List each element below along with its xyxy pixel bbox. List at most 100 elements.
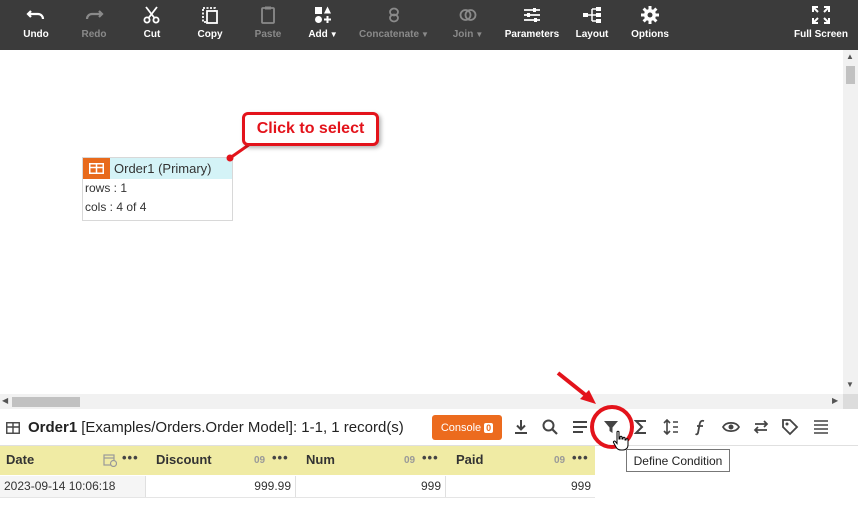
- eye-icon[interactable]: [722, 418, 740, 436]
- function-icon[interactable]: [692, 418, 710, 436]
- gear-icon: [641, 6, 659, 24]
- console-label: Console: [440, 421, 482, 434]
- undo-icon: [26, 10, 45, 20]
- annotation-callout-text: Click to select: [256, 120, 365, 137]
- column-header-label: Discount: [156, 452, 212, 467]
- concatenate-button[interactable]: Concatenate ▼: [356, 0, 432, 50]
- chevron-down-icon: ▼: [475, 30, 484, 39]
- column-type-label: 09: [254, 455, 266, 466]
- undo-button[interactable]: Undo: [20, 0, 52, 50]
- table-icon: [6, 421, 20, 434]
- copy-label: Copy: [197, 29, 223, 40]
- column-menu-icon[interactable]: •••: [572, 450, 589, 465]
- scroll-corner: [843, 394, 858, 409]
- table-node-header[interactable]: Order1 (Primary): [83, 158, 232, 179]
- rows-icon[interactable]: [812, 418, 830, 436]
- parameters-label: Parameters: [504, 29, 560, 40]
- join-icon: [459, 9, 477, 21]
- join-label-wrap: Join ▼: [453, 29, 483, 40]
- scroll-right-arrow[interactable]: ▶: [832, 396, 838, 405]
- layout-button[interactable]: Layout: [575, 0, 609, 50]
- add-label-wrap: Add ▼: [308, 29, 337, 40]
- concatenate-label: Concatenate: [359, 29, 420, 40]
- vertical-scrollbar[interactable]: ▲ ▼: [843, 50, 858, 394]
- cell-date[interactable]: 2023-09-14 10:06:18: [0, 476, 145, 497]
- table-icon: [83, 158, 110, 179]
- cut-button[interactable]: Cut: [136, 0, 168, 50]
- add-label: Add: [308, 29, 328, 40]
- redo-label: Redo: [81, 29, 107, 40]
- model-canvas[interactable]: [0, 50, 843, 394]
- concatenate-label-wrap: Concatenate ▼: [359, 29, 429, 40]
- column-header-label: Num: [306, 452, 335, 467]
- horizontal-scrollbar[interactable]: ◀ ▶: [0, 394, 843, 409]
- list-icon[interactable]: [571, 418, 589, 436]
- table-row[interactable]: 2023-09-14 10:06:18 999.99 999 999: [0, 476, 595, 498]
- tooltip-text: Define Condition: [633, 453, 723, 468]
- sigma-icon[interactable]: [632, 418, 650, 436]
- console-button[interactable]: Console 0: [432, 415, 502, 440]
- clipboard-icon: [261, 6, 275, 24]
- column-menu-icon[interactable]: •••: [422, 450, 439, 465]
- table-node-order1[interactable]: Order1 (Primary) rows : 1 cols : 4 of 4: [82, 157, 233, 221]
- parameters-button[interactable]: Parameters: [503, 0, 561, 50]
- console-count-badge: 0: [484, 422, 494, 433]
- add-button[interactable]: Add ▼: [303, 0, 343, 50]
- paste-button[interactable]: Paste: [252, 0, 284, 50]
- layout-label: Layout: [575, 29, 609, 40]
- main-toolbar: Undo Redo Cut Copy Paste Add ▼ Concatenat…: [0, 0, 858, 50]
- table-node-cols: cols : 4 of 4: [85, 200, 147, 214]
- paste-label: Paste: [254, 29, 282, 40]
- vertical-scroll-thumb[interactable]: [846, 66, 855, 84]
- scroll-down-arrow[interactable]: ▼: [846, 380, 854, 389]
- scissors-icon: [143, 6, 160, 24]
- grid-divider: [295, 476, 296, 497]
- column-type-label: 09: [404, 455, 416, 466]
- calendar-clock-icon: [103, 454, 117, 467]
- grid-divider: [145, 476, 146, 497]
- column-menu-icon[interactable]: •••: [122, 450, 139, 465]
- tag-icon[interactable]: [781, 418, 799, 436]
- column-header-discount[interactable]: Discount 09 •••: [150, 446, 300, 475]
- cell-paid[interactable]: 999: [445, 476, 595, 497]
- column-header-paid[interactable]: Paid 09 •••: [450, 446, 595, 475]
- copy-icon: [202, 7, 218, 24]
- undo-label: Undo: [23, 29, 49, 40]
- scroll-left-arrow[interactable]: ◀: [2, 396, 8, 405]
- cell-discount[interactable]: 999.99: [145, 476, 295, 497]
- join-label: Join: [452, 29, 474, 40]
- swap-arrows-icon[interactable]: [752, 418, 770, 436]
- sort-icon[interactable]: [662, 418, 680, 436]
- full-screen-button[interactable]: Full Screen: [793, 0, 849, 50]
- join-button[interactable]: Join ▼: [449, 0, 487, 50]
- table-node-rows: rows : 1: [85, 181, 128, 195]
- redo-button[interactable]: Redo: [78, 0, 110, 50]
- download-icon[interactable]: [512, 418, 530, 436]
- column-menu-icon[interactable]: •••: [272, 450, 289, 465]
- panel-table-path: [Examples/Orders.Order Model]: 1-1, 1 re…: [81, 419, 404, 436]
- annotation-callout: Click to select: [242, 112, 379, 146]
- column-header-label: Paid: [456, 452, 484, 467]
- sliders-icon: [524, 8, 540, 22]
- cut-label: Cut: [143, 29, 161, 40]
- column-type-label: 09: [554, 455, 566, 466]
- expand-icon: [812, 6, 830, 24]
- scroll-up-arrow[interactable]: ▲: [846, 52, 854, 61]
- search-icon[interactable]: [541, 418, 559, 436]
- full-screen-label: Full Screen: [794, 29, 848, 40]
- grid-divider: [445, 476, 446, 497]
- column-header-date[interactable]: Date •••: [0, 446, 150, 475]
- options-button[interactable]: Options: [630, 0, 670, 50]
- layout-tree-icon: [583, 7, 601, 23]
- data-panel-header: Order1 [Examples/Orders.Order Model]: 1-…: [0, 410, 858, 446]
- chevron-down-icon: ▼: [421, 30, 429, 39]
- cell-num[interactable]: 999: [295, 476, 445, 497]
- column-header-label: Date: [6, 452, 35, 467]
- redo-icon: [85, 10, 104, 20]
- panel-title: Order1 [Examples/Orders.Order Model]: 1-…: [6, 419, 404, 436]
- copy-button[interactable]: Copy: [194, 0, 226, 50]
- column-header-num[interactable]: Num 09 •••: [300, 446, 450, 475]
- panel-table-name: Order1: [28, 419, 78, 436]
- table-node-title: Order1 (Primary): [114, 161, 212, 176]
- horizontal-scroll-thumb[interactable]: [12, 397, 80, 407]
